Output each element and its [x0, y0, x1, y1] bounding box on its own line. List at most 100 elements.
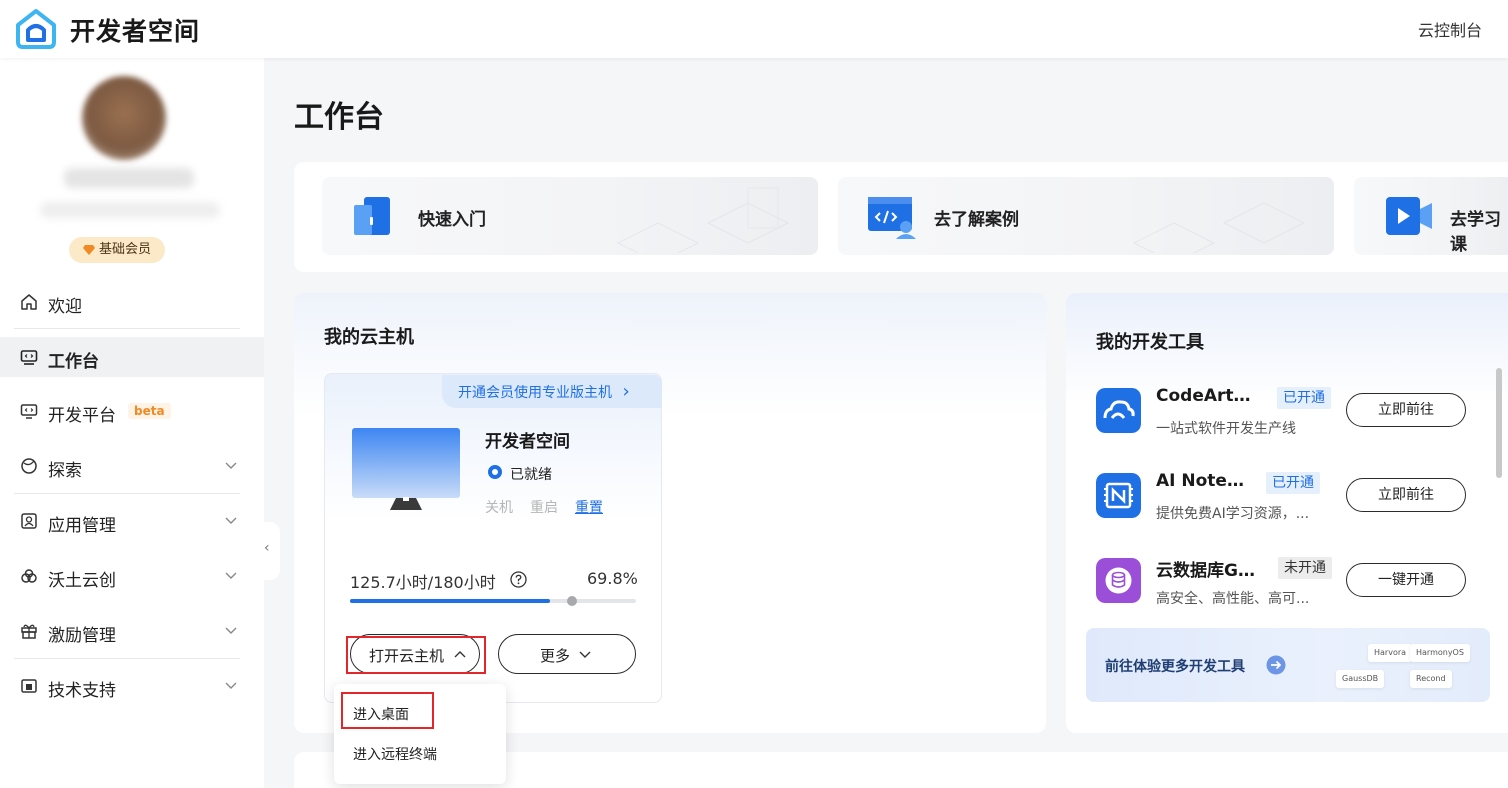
sidebar-divider	[14, 328, 240, 329]
chevron-down-icon	[225, 627, 237, 634]
usage-progress-fill	[350, 599, 550, 603]
help-icon[interactable]	[510, 571, 527, 588]
sidebar-item-label: 技术支持	[48, 681, 116, 701]
sidebar-collapse-toggle[interactable]: ‹	[258, 522, 280, 580]
code-window-icon	[868, 197, 916, 239]
user-avatar[interactable]	[82, 76, 166, 160]
sidebar-item-welcome[interactable]: 欢迎	[0, 282, 264, 322]
usage-hours: 125.7小时/180小时	[350, 573, 496, 592]
sidebar-item-dev-platform[interactable]: 开发平台 beta	[0, 391, 264, 431]
sidebar-item-workbench[interactable]: 工作台	[0, 337, 264, 377]
status-ready-icon	[488, 465, 502, 479]
host-name: 开发者空间	[485, 432, 570, 452]
member-level-label: 基础会员	[99, 242, 152, 257]
case-study-label: 去了解案例	[934, 210, 1019, 230]
building-decoration-icon	[1132, 202, 1306, 253]
door-icon	[354, 197, 390, 235]
upgrade-membership-link[interactable]: 开通会员使用专业版主机 ›	[442, 375, 662, 408]
tool-status-badge: 已开通	[1266, 472, 1320, 494]
sidebar-item-label: 沃土云创	[48, 571, 116, 591]
sidebar-item-label: 探索	[48, 461, 82, 481]
chevron-right-icon: ›	[622, 381, 630, 402]
blurred-username	[64, 168, 194, 188]
highlight-frame-enter-desktop	[341, 692, 434, 729]
cloud-console-link[interactable]: 云控制台	[1418, 17, 1482, 41]
brand-title[interactable]: 开发者空间	[70, 12, 200, 48]
tool-chip: GaussDB	[1336, 670, 1385, 688]
tool-chip: Recond	[1410, 670, 1452, 688]
quick-start-card[interactable]: 快速入门	[322, 177, 818, 255]
usage-percent: 69.8%	[587, 569, 638, 588]
tool-status-badge: 未开通	[1278, 557, 1332, 579]
chevron-down-icon	[579, 651, 591, 658]
tool-desc-codearts: 一站式软件开发生产线	[1156, 421, 1296, 437]
blurred-user-info	[40, 202, 220, 218]
dev-platform-icon	[20, 404, 38, 419]
arrow-right-circle-icon	[1266, 655, 1286, 675]
building-decoration-icon	[616, 187, 790, 253]
learn-course-label: 去学习课	[1450, 210, 1501, 255]
sidebar-item-label: 应用管理	[48, 516, 116, 536]
go-ai-notebook-button[interactable]: 立即前往	[1346, 478, 1466, 512]
support-icon	[21, 679, 37, 693]
sidebar-item-label: 工作台	[48, 352, 99, 372]
developer-space-logo-icon[interactable]	[14, 8, 58, 50]
shutdown-action[interactable]: 关机	[485, 497, 513, 517]
workbench-icon	[20, 350, 38, 365]
sidebar-item-label: 欢迎	[48, 297, 82, 317]
explore-icon	[21, 458, 37, 474]
app-manage-icon	[21, 513, 37, 529]
quick-links-panel: 快速入门 去了解案例 去学习课	[294, 162, 1508, 272]
dev-tools-title: 我的开发工具	[1096, 332, 1204, 353]
chevron-down-icon	[225, 517, 237, 524]
database-icon[interactable]	[1096, 558, 1141, 603]
diamond-icon	[83, 245, 95, 255]
quick-start-label: 快速入门	[418, 210, 486, 230]
restart-action[interactable]: 重启	[530, 497, 558, 517]
explore-more-tools-label: 前往体验更多开发工具	[1105, 659, 1245, 675]
sidebar-item-label: 激励管理	[48, 626, 116, 646]
sidebar-item-label: 开发平台	[48, 406, 116, 426]
reset-action[interactable]: 重置	[575, 497, 603, 517]
chevron-down-icon	[225, 572, 237, 579]
top-header: 开发者空间 云控制台	[0, 0, 1508, 58]
chevron-down-icon	[225, 682, 237, 689]
tool-status-badge: 已开通	[1277, 387, 1331, 409]
enter-remote-terminal-item[interactable]: 进入远程终端	[353, 744, 437, 764]
sidebar-item-app-manage[interactable]: 应用管理	[0, 501, 264, 541]
sidebar-divider	[14, 658, 240, 659]
gift-icon	[21, 624, 37, 639]
tools-scrollbar[interactable]	[1496, 368, 1502, 478]
beta-badge: beta	[128, 403, 171, 419]
usage-progress-knob	[567, 596, 577, 606]
host-status: 已就绪	[510, 467, 552, 483]
activate-gaussdb-button[interactable]: 一键开通	[1346, 563, 1466, 597]
chevron-down-icon	[225, 462, 237, 469]
codearts-icon[interactable]	[1096, 388, 1141, 433]
more-button[interactable]: 更多	[498, 634, 636, 674]
notebook-icon[interactable]	[1096, 473, 1141, 518]
tool-name-codearts: CodeArts...	[1156, 386, 1256, 406]
upgrade-membership-label: 开通会员使用专业版主机	[458, 385, 612, 401]
page-title: 工作台	[294, 100, 384, 135]
tool-desc-gaussdb: 高安全、高性能、高可...	[1156, 591, 1310, 607]
collapse-left-icon: ‹	[264, 540, 270, 556]
member-level-badge[interactable]: 基础会员	[69, 237, 166, 263]
home-icon	[21, 294, 37, 310]
cloud-host-title: 我的云主机	[324, 327, 414, 348]
go-codearts-button[interactable]: 立即前往	[1346, 393, 1466, 427]
sidebar-item-incentive[interactable]: 激励管理	[0, 611, 264, 651]
sidebar-item-cloud-create[interactable]: 沃土云创	[0, 556, 264, 596]
case-study-card[interactable]: 去了解案例	[838, 177, 1334, 255]
highlight-frame-open-button	[346, 636, 486, 674]
tool-chip: Harvora	[1368, 644, 1413, 662]
tool-desc-ai-notebook: 提供免费AI学习资源，...	[1156, 506, 1310, 522]
tool-name-ai-notebook: AI Notebook	[1156, 471, 1256, 491]
learn-course-card[interactable]: 去学习课	[1354, 177, 1508, 255]
cloud-create-icon	[21, 569, 37, 583]
sidebar-divider	[14, 493, 240, 494]
sidebar-item-support[interactable]: 技术支持	[0, 666, 264, 706]
tool-chip: HarmonyOS	[1410, 644, 1470, 662]
sidebar-item-explore[interactable]: 探索	[0, 446, 264, 486]
explore-more-tools-banner[interactable]: 前往体验更多开发工具 Harvora HarmonyOS GaussDB Rec…	[1086, 628, 1490, 702]
